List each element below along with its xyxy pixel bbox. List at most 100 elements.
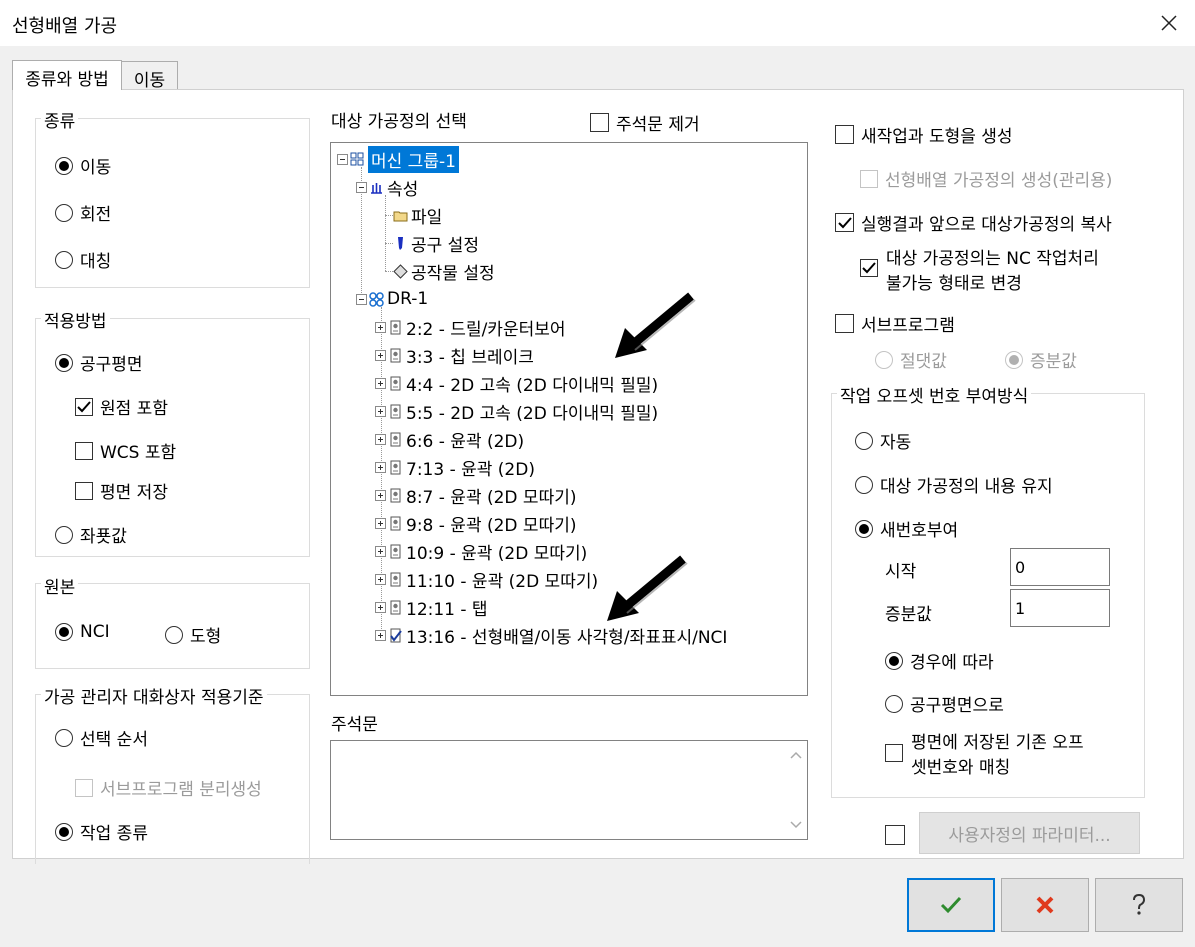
- tree-operation[interactable]: 12:11 - 탭: [375, 595, 488, 620]
- type-mirror-radio[interactable]: 대칭: [55, 247, 111, 272]
- checkbox-indicator: [75, 778, 93, 797]
- custom-params-button[interactable]: 사용자정의 파라미터...: [919, 812, 1140, 854]
- type-rotate-radio[interactable]: 회전: [55, 200, 111, 225]
- scroll-down-icon[interactable]: [790, 821, 802, 829]
- cancel-button[interactable]: [1001, 878, 1089, 932]
- checkmark-icon: [940, 896, 962, 914]
- select-order-radio[interactable]: 선택 순서: [55, 725, 148, 750]
- collapse-icon[interactable]: [337, 153, 348, 165]
- checkbox-indicator: [835, 125, 854, 144]
- tree-operation[interactable]: 6:6 - 윤곽 (2D): [375, 427, 524, 452]
- expand-icon[interactable]: [375, 517, 386, 529]
- tree-operation[interactable]: 11:10 - 윤곽 (2D 모따기): [375, 567, 598, 592]
- checkbox-indicator: [885, 744, 903, 762]
- expand-icon[interactable]: [375, 545, 386, 557]
- checkmark-icon: [837, 216, 852, 228]
- tree-operation[interactable]: 4:4 - 2D 고속 (2D 다이내믹 필밀): [375, 371, 658, 396]
- expand-icon[interactable]: [375, 321, 386, 333]
- by-tool-plane-radio[interactable]: 공구평면으로: [885, 691, 1004, 716]
- expand-icon[interactable]: [375, 489, 386, 501]
- source-geometry-radio[interactable]: 도형: [165, 622, 221, 647]
- incremental-radio[interactable]: 증분값: [1005, 347, 1077, 372]
- close-button[interactable]: [1148, 4, 1190, 42]
- help-button[interactable]: [1095, 878, 1183, 932]
- operation-type-radio[interactable]: 작업 종류: [55, 819, 148, 844]
- collapse-icon[interactable]: [356, 181, 367, 193]
- expand-icon[interactable]: [375, 377, 386, 389]
- absolute-radio[interactable]: 절댓값: [875, 347, 947, 372]
- radio-indicator: [55, 353, 73, 372]
- include-wcs-checkbox[interactable]: WCS 포함: [75, 438, 176, 463]
- by-case-radio[interactable]: 경우에 따라: [885, 648, 994, 673]
- stock-icon: [393, 263, 408, 279]
- save-plane-checkbox[interactable]: 평면 저장: [75, 478, 168, 503]
- tree-machine-group[interactable]: 머신 그룹-1: [337, 145, 459, 173]
- radio-indicator: [855, 431, 873, 450]
- expand-icon[interactable]: [375, 573, 386, 585]
- radio-indicator: [55, 203, 73, 222]
- expand-icon[interactable]: [375, 433, 386, 445]
- increment-input[interactable]: 1: [1010, 589, 1110, 627]
- tree-operation[interactable]: 2:2 - 드릴/카운터보어: [375, 315, 566, 340]
- tab-move[interactable]: 이동: [121, 61, 178, 91]
- create-linear-ops-checkbox[interactable]: 선형배열 가공정의 생성(관리용): [860, 166, 1112, 191]
- expand-icon[interactable]: [375, 629, 386, 641]
- operation-icon: [388, 516, 403, 531]
- tool-icon: [393, 236, 408, 251]
- tree-operation[interactable]: 3:3 - 칩 브레이크: [375, 343, 534, 368]
- tree-operation[interactable]: 8:7 - 윤곽 (2D 모따기): [375, 483, 576, 508]
- checkbox-indicator: [75, 441, 93, 460]
- offset-group-label: 작업 오프셋 번호 부여방식: [837, 382, 1032, 407]
- tree-properties[interactable]: 속성: [356, 175, 418, 200]
- tool-plane-radio[interactable]: 공구평면: [55, 350, 143, 375]
- arrow-icon: [607, 555, 688, 621]
- copy-results-checkbox[interactable]: 실행결과 앞으로 대상가공정의 복사: [835, 210, 1112, 235]
- offset-auto-radio[interactable]: 자동: [855, 428, 911, 453]
- create-ops-geometry-checkbox[interactable]: 새작업과 도형을 생성: [835, 122, 1013, 147]
- question-icon: [1133, 893, 1146, 915]
- ok-button[interactable]: [907, 878, 995, 932]
- tab-type-method[interactable]: 종류와 방법: [12, 60, 122, 90]
- tree-operation[interactable]: 10:9 - 윤곽 (2D 모따기): [375, 539, 587, 564]
- window-title: 선형배열 가공: [12, 16, 118, 37]
- radio-indicator: [55, 525, 73, 544]
- tree-files[interactable]: 파일: [393, 203, 442, 228]
- tree-toolpath-group[interactable]: DR-1: [356, 287, 428, 311]
- remove-comments-checkbox[interactable]: 주석문 제거: [590, 110, 700, 135]
- start-input[interactable]: 0: [1010, 548, 1110, 586]
- scroll-up-icon[interactable]: [790, 751, 802, 759]
- tree-operation[interactable]: 13:16 - 선형배열/이동 사각형/좌표표시/NCI: [375, 623, 727, 648]
- comment-scrollbar[interactable]: [786, 741, 806, 839]
- expand-icon[interactable]: [375, 461, 386, 473]
- checkbox-indicator: [835, 213, 854, 232]
- title-bar: [0, 0, 1195, 46]
- radio-indicator: [1005, 350, 1023, 369]
- operation-icon: [388, 404, 403, 419]
- collapse-icon[interactable]: [356, 293, 367, 305]
- checkbox-indicator: [885, 825, 905, 845]
- radio-indicator: [55, 822, 73, 841]
- subprogram-checkbox[interactable]: 서브프로그램: [835, 311, 955, 336]
- expand-icon[interactable]: [375, 601, 386, 613]
- coordinates-radio[interactable]: 좌푯값: [55, 522, 127, 547]
- expand-icon[interactable]: [375, 349, 386, 361]
- tree-stock-settings[interactable]: 공작물 설정: [393, 259, 495, 284]
- source-nci-radio[interactable]: NCI: [55, 622, 110, 642]
- tree-operation[interactable]: 7:13 - 윤곽 (2D): [375, 455, 535, 480]
- operation-icon: [388, 544, 403, 559]
- operation-icon: [388, 348, 403, 363]
- checkbox-indicator: [75, 481, 93, 500]
- type-move-radio[interactable]: 이동: [55, 153, 111, 178]
- operations-tree[interactable]: 머신 그룹-1 속성 파일 공구 설정 공작물 설정 DR-1 2:2 - 드릴…: [330, 142, 808, 696]
- manager-group-label: 가공 관리자 대화상자 적용기준: [41, 683, 267, 708]
- include-origin-checkbox[interactable]: 원점 포함: [75, 394, 168, 419]
- comment-textarea[interactable]: [330, 740, 808, 840]
- checkmark-icon: [77, 400, 91, 412]
- offset-renumber-radio[interactable]: 새번호부여: [855, 516, 958, 541]
- subprogram-split-checkbox[interactable]: 서브프로그램 분리생성: [75, 775, 262, 800]
- tree-operation[interactable]: 9:8 - 윤곽 (2D 모따기): [375, 511, 576, 536]
- tree-operation[interactable]: 5:5 - 2D 고속 (2D 다이내믹 필밀): [375, 399, 658, 424]
- expand-icon[interactable]: [375, 405, 386, 417]
- tree-tool-settings[interactable]: 공구 설정: [393, 231, 479, 256]
- offset-keep-radio[interactable]: 대상 가공정의 내용 유지: [855, 472, 1053, 497]
